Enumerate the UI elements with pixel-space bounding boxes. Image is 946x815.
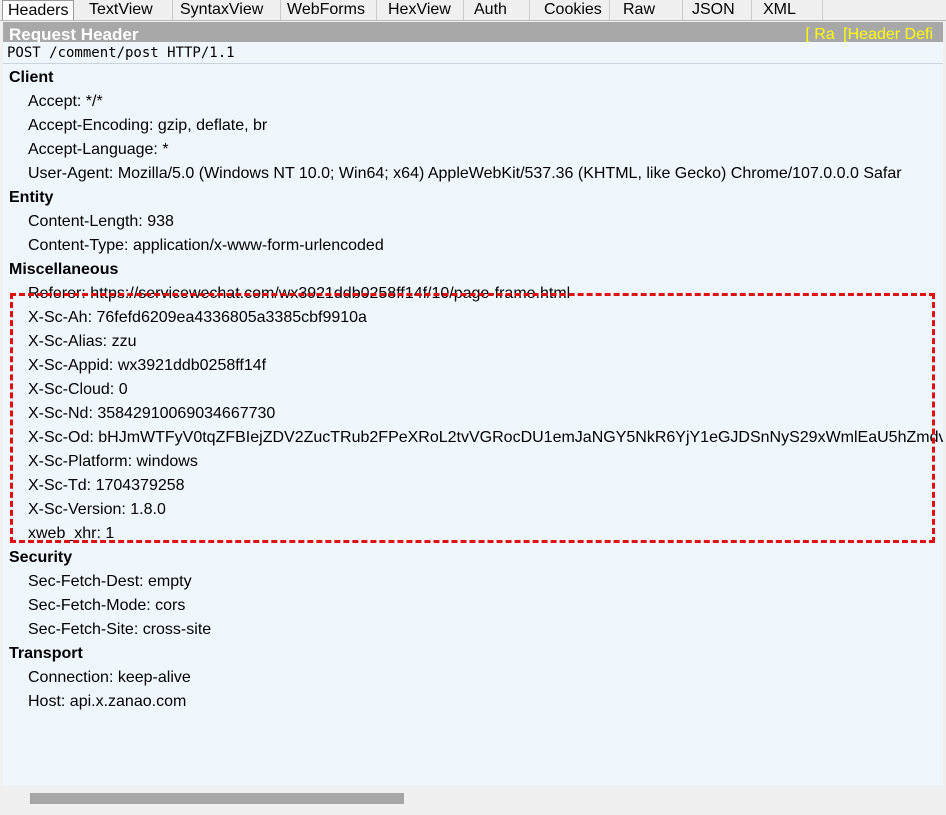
header-item[interactable]: X-Sc-Alias: zzu xyxy=(28,330,136,354)
header-item[interactable]: X-Sc-Platform: windows xyxy=(28,450,198,474)
tab-raw[interactable]: Raw xyxy=(617,0,683,20)
header-item[interactable]: Content-Length: 938 xyxy=(28,210,174,234)
group-security[interactable]: Security xyxy=(9,546,72,570)
raw-link[interactable]: [ Ra xyxy=(805,26,834,42)
header-item[interactable]: xweb_xhr: 1 xyxy=(28,522,114,546)
header-item[interactable]: Accept-Encoding: gzip, deflate, br xyxy=(28,114,267,138)
scrollbar-thumb[interactable] xyxy=(30,793,404,804)
header-item[interactable]: Host: api.x.zanao.com xyxy=(28,690,186,714)
header-item[interactable]: X-Sc-Nd: 35842910069034667730 xyxy=(28,402,275,426)
tab-json[interactable]: JSON xyxy=(686,0,752,20)
header-item[interactable]: X-Sc-Ah: 76fefd6209ea4336805a3385cbf9910… xyxy=(28,306,367,330)
tab-textview[interactable]: TextView xyxy=(83,0,173,20)
header-item[interactable]: X-Sc-Appid: wx3921ddb0258ff14f xyxy=(28,354,266,378)
header-links: [ Ra [Header Defi xyxy=(801,25,933,42)
header-definitions-link[interactable]: [Header Defi xyxy=(843,26,933,42)
request-header-title: Request Header xyxy=(9,25,139,42)
group-transport[interactable]: Transport xyxy=(9,642,83,666)
header-item[interactable]: User-Agent: Mozilla/5.0 (Windows NT 10.0… xyxy=(28,162,902,186)
tab-headers[interactable]: Headers xyxy=(2,0,74,20)
group-client[interactable]: Client xyxy=(9,66,53,90)
header-item[interactable]: Sec-Fetch-Site: cross-site xyxy=(28,618,211,642)
header-item[interactable]: Sec-Fetch-Mode: cors xyxy=(28,594,185,618)
header-item[interactable]: X-Sc-Version: 1.8.0 xyxy=(28,498,166,522)
tab-cookies[interactable]: Cookies xyxy=(538,0,610,20)
tab-bar: Headers TextView SyntaxView WebForms Hex… xyxy=(0,0,946,21)
tab-auth[interactable]: Auth xyxy=(468,0,530,20)
header-item[interactable]: Content-Type: application/x-www-form-url… xyxy=(28,234,384,258)
header-tree: Client Accept: */* Accept-Encoding: gzip… xyxy=(3,64,943,785)
group-entity[interactable]: Entity xyxy=(9,186,53,210)
tab-hexview[interactable]: HexView xyxy=(382,0,464,20)
inspector-window: Headers TextView SyntaxView WebForms Hex… xyxy=(0,0,946,815)
request-line-text: POST /comment/post HTTP/1.1 xyxy=(7,45,235,61)
request-line: POST /comment/post HTTP/1.1 xyxy=(3,42,943,64)
header-item[interactable]: Connection: keep-alive xyxy=(28,666,191,690)
tab-syntaxview[interactable]: SyntaxView xyxy=(174,0,281,20)
header-item[interactable]: Referer: https://servicewechat.com/wx392… xyxy=(28,282,570,306)
header-item[interactable]: Accept-Language: * xyxy=(28,138,169,162)
header-item[interactable]: Accept: */* xyxy=(28,90,103,114)
header-item[interactable]: X-Sc-Td: 1704379258 xyxy=(28,474,185,498)
header-item[interactable]: X-Sc-Od: bHJmWTFyV0tqZFBIejZDV2ZucTRub2F… xyxy=(28,426,943,450)
request-header-band: Request Header [ Ra [Header Defi xyxy=(3,22,943,42)
tab-xml[interactable]: XML xyxy=(757,0,823,20)
group-miscellaneous[interactable]: Miscellaneous xyxy=(9,258,118,282)
header-item[interactable]: X-Sc-Cloud: 0 xyxy=(28,378,128,402)
header-item[interactable]: Sec-Fetch-Dest: empty xyxy=(28,570,192,594)
horizontal-scrollbar[interactable] xyxy=(3,785,943,813)
tab-webforms[interactable]: WebForms xyxy=(281,0,377,20)
